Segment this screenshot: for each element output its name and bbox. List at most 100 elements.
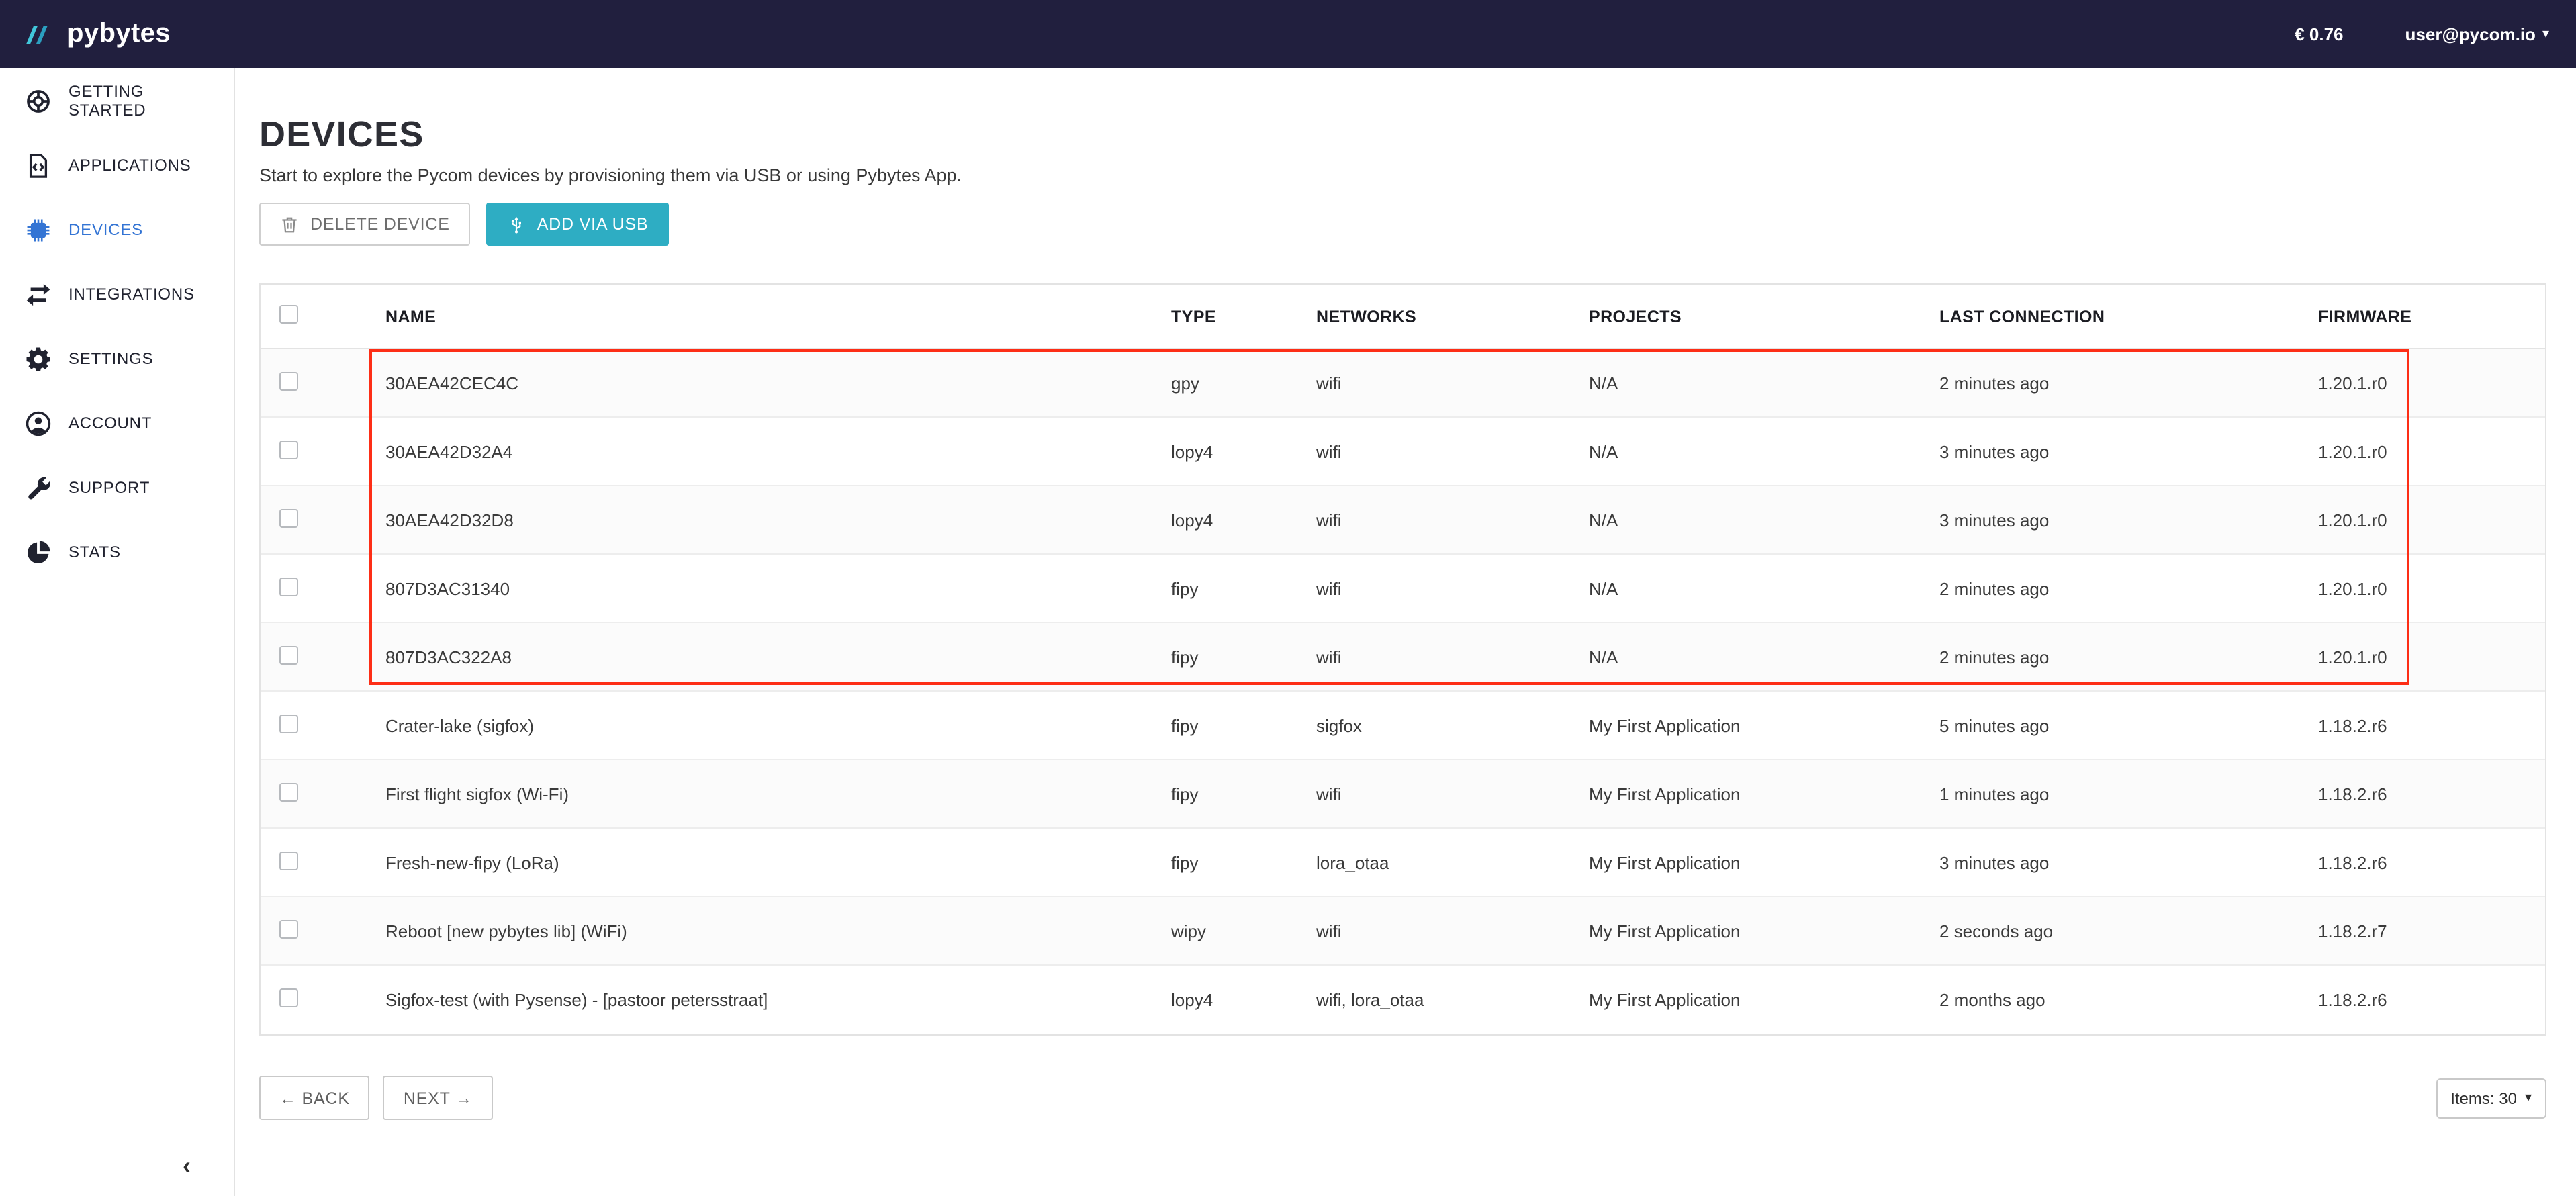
- device-projects: N/A: [1589, 647, 1939, 667]
- row-checkbox-cell: [261, 508, 385, 531]
- sidebar-item-support[interactable]: SUPPORT: [0, 455, 234, 520]
- user-menu[interactable]: user@pycom.io ▾: [2405, 24, 2549, 44]
- row-checkbox[interactable]: [279, 919, 298, 938]
- device-networks: lora_otaa: [1316, 852, 1589, 872]
- back-button[interactable]: ← BACK: [259, 1076, 370, 1120]
- device-name: First flight sigfox (Wi-Fi): [385, 784, 1171, 804]
- row-checkbox[interactable]: [279, 782, 298, 801]
- column-header-firmware: FIRMWARE: [2318, 307, 2545, 326]
- select-all-checkbox[interactable]: [279, 305, 298, 324]
- row-checkbox-cell: [261, 919, 385, 942]
- table-row[interactable]: 807D3AC31340fipywifiN/A2 minutes ago1.20…: [261, 555, 2545, 623]
- row-checkbox-cell: [261, 782, 385, 805]
- device-networks: wifi: [1316, 510, 1589, 530]
- row-checkbox[interactable]: [279, 714, 298, 733]
- sidebar-item-applications[interactable]: APPLICATIONS: [0, 133, 234, 197]
- arrows-swap-icon: [24, 280, 52, 308]
- table-row[interactable]: 807D3AC322A8fipywifiN/A2 minutes ago1.20…: [261, 623, 2545, 692]
- sidebar-item-account[interactable]: ACCOUNT: [0, 391, 234, 455]
- devices-table: NAME TYPE NETWORKS PROJECTS LAST CONNECT…: [259, 283, 2546, 1036]
- device-last-connection: 3 minutes ago: [1939, 852, 2318, 872]
- layout: GETTING STARTED APPLICATIONS DEVICES INTEGR…: [0, 68, 2576, 1196]
- table-row[interactable]: Fresh-new-fipy (LoRa)fipylora_otaaMy Fir…: [261, 829, 2545, 897]
- pagination: ← BACK NEXT → Items: 30 ▾: [259, 1076, 2546, 1120]
- table-row[interactable]: Crater-lake (sigfox)fipysigfoxMy First A…: [261, 692, 2545, 760]
- device-firmware: 1.20.1.r0: [2318, 510, 2545, 530]
- device-firmware: 1.20.1.r0: [2318, 647, 2545, 667]
- row-checkbox-cell: [261, 577, 385, 600]
- sidebar-item-label: INTEGRATIONS: [68, 285, 195, 304]
- page-subtitle: Start to explore the Pycom devices by pr…: [259, 165, 2546, 187]
- device-firmware: 1.20.1.r0: [2318, 578, 2545, 598]
- row-checkbox-cell: [261, 714, 385, 737]
- sidebar-item-stats[interactable]: STATS: [0, 520, 234, 584]
- delete-device-label: DELETE DEVICE: [310, 215, 450, 234]
- row-checkbox[interactable]: [279, 371, 298, 390]
- device-type: wipy: [1171, 921, 1316, 941]
- device-name: 30AEA42D32D8: [385, 510, 1171, 530]
- column-header-name: NAME: [385, 307, 1171, 326]
- table-row[interactable]: Reboot [new pybytes lib] (WiFi)wipywifiM…: [261, 897, 2545, 966]
- device-name: Crater-lake (sigfox): [385, 715, 1171, 735]
- row-checkbox[interactable]: [279, 577, 298, 596]
- column-header-type: TYPE: [1171, 307, 1316, 326]
- app-window: pybytes € 0.76 user@pycom.io ▾ GETTING S…: [0, 0, 2576, 1196]
- device-last-connection: 2 minutes ago: [1939, 373, 2318, 393]
- sidebar-item-label: DEVICES: [68, 220, 143, 239]
- device-last-connection: 1 minutes ago: [1939, 784, 2318, 804]
- devices-table-body: 30AEA42CEC4CgpywifiN/A2 minutes ago1.20.…: [261, 349, 2545, 1034]
- device-projects: My First Application: [1589, 921, 1939, 941]
- device-name: Reboot [new pybytes lib] (WiFi): [385, 921, 1171, 941]
- table-row[interactable]: 30AEA42CEC4CgpywifiN/A2 minutes ago1.20.…: [261, 349, 2545, 418]
- next-button[interactable]: NEXT →: [383, 1076, 493, 1120]
- account-balance: € 0.76: [2295, 24, 2343, 44]
- device-projects: N/A: [1589, 373, 1939, 393]
- sidebar-collapse-button[interactable]: ‹: [183, 1153, 191, 1177]
- sidebar-item-settings[interactable]: SETTINGS: [0, 326, 234, 391]
- device-name: 30AEA42D32A4: [385, 441, 1171, 461]
- pybytes-logo[interactable]: pybytes: [21, 19, 171, 50]
- wrench-icon: [24, 473, 52, 502]
- table-row[interactable]: Sigfox-test (with Pysense) - [pastoor pe…: [261, 966, 2545, 1034]
- device-networks: wifi: [1316, 441, 1589, 461]
- device-name: Sigfox-test (with Pysense) - [pastoor pe…: [385, 990, 1171, 1010]
- device-networks: wifi: [1316, 578, 1589, 598]
- device-type: gpy: [1171, 373, 1316, 393]
- device-name: 807D3AC31340: [385, 578, 1171, 598]
- device-firmware: 1.18.2.r7: [2318, 921, 2545, 941]
- table-row[interactable]: 30AEA42D32D8lopy4wifiN/A3 minutes ago1.2…: [261, 486, 2545, 555]
- row-checkbox[interactable]: [279, 508, 298, 527]
- row-checkbox-cell: [261, 851, 385, 874]
- items-per-page-select[interactable]: Items: 30 ▾: [2436, 1078, 2546, 1118]
- row-checkbox-cell: [261, 371, 385, 394]
- pie-chart-icon: [24, 538, 52, 566]
- device-projects: My First Application: [1589, 852, 1939, 872]
- table-row[interactable]: 30AEA42D32A4lopy4wifiN/A3 minutes ago1.2…: [261, 418, 2545, 486]
- sidebar-item-label: SETTINGS: [68, 349, 153, 368]
- delete-device-button[interactable]: DELETE DEVICE: [259, 203, 470, 246]
- device-networks: sigfox: [1316, 715, 1589, 735]
- device-last-connection: 2 minutes ago: [1939, 578, 2318, 598]
- device-type: fipy: [1171, 852, 1316, 872]
- sidebar: GETTING STARTED APPLICATIONS DEVICES INTEGR…: [0, 68, 235, 1196]
- devices-table-header: NAME TYPE NETWORKS PROJECTS LAST CONNECT…: [261, 285, 2545, 349]
- sidebar-item-integrations[interactable]: INTEGRATIONS: [0, 262, 234, 326]
- add-via-usb-button[interactable]: ADD VIA USB: [486, 203, 669, 246]
- device-firmware: 1.20.1.r0: [2318, 373, 2545, 393]
- device-projects: My First Application: [1589, 784, 1939, 804]
- row-checkbox[interactable]: [279, 440, 298, 459]
- sidebar-item-devices[interactable]: DEVICES: [0, 197, 234, 262]
- sidebar-item-getting-started[interactable]: GETTING STARTED: [0, 68, 234, 133]
- chevron-down-icon: ▾: [2525, 1091, 2532, 1105]
- row-checkbox[interactable]: [279, 851, 298, 870]
- row-checkbox[interactable]: [279, 645, 298, 664]
- device-firmware: 1.18.2.r6: [2318, 715, 2545, 735]
- usb-icon: [506, 214, 526, 234]
- device-firmware: 1.18.2.r6: [2318, 852, 2545, 872]
- sidebar-item-label: APPLICATIONS: [68, 156, 191, 175]
- chevron-down-icon: ▾: [2542, 28, 2549, 41]
- row-checkbox[interactable]: [279, 988, 298, 1007]
- column-header-networks: NETWORKS: [1316, 307, 1589, 326]
- device-last-connection: 2 months ago: [1939, 990, 2318, 1010]
- table-row[interactable]: First flight sigfox (Wi-Fi)fipywifiMy Fi…: [261, 760, 2545, 829]
